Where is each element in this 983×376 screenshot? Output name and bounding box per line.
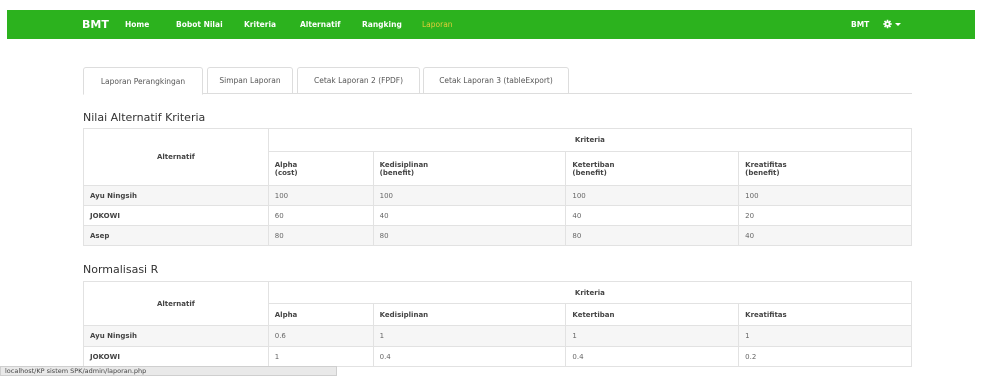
col-header-kreatifitas: Kreatifitas (benefit) <box>738 151 912 186</box>
col-header-ketertiban: Ketertiban (benefit) <box>565 151 740 186</box>
col-header-kedisiplinan: Kedisiplinan <box>372 303 567 326</box>
row-label: JOKOWI <box>83 346 269 367</box>
cell: 0.4 <box>565 346 740 367</box>
normalisasi-table: Alternatif Kriteria Alpha Kedisiplinan K… <box>83 281 913 367</box>
col-header-alpha: Alpha <box>267 303 374 326</box>
cell: 100 <box>565 185 740 206</box>
row-label: Asep <box>83 225 269 246</box>
table-row: JOKOWI 60 40 40 20 <box>83 205 912 226</box>
nav-kriteria[interactable]: Kriteria <box>244 20 276 29</box>
cell: 1 <box>565 325 740 347</box>
tab-cetak-laporan-fpdf[interactable]: Cetak Laporan 2 (FPDF) <box>297 67 420 94</box>
cell: 80 <box>372 225 567 246</box>
settings-dropdown[interactable] <box>883 16 901 32</box>
tab-cetak-laporan-tableexport[interactable]: Cetak Laporan 3 (tableExport) <box>423 67 569 94</box>
cell: 100 <box>267 185 374 206</box>
section-title-nilai-alternatif: Nilai Alternatif Kriteria <box>83 111 206 124</box>
report-tabs: Laporan Perangkingan Simpan Laporan Ceta… <box>83 67 912 95</box>
cell: 40 <box>738 225 912 246</box>
cell: 20 <box>738 205 912 226</box>
brand-link[interactable]: BMT <box>82 18 109 31</box>
cell: 0.2 <box>738 346 912 367</box>
section-title-normalisasi: Normalisasi R <box>83 263 159 276</box>
col-header-alternatif: Alternatif <box>83 281 269 326</box>
status-bar-url: localhost/KP sistem SPK/admin/laporan.ph… <box>0 366 337 376</box>
nav-home[interactable]: Home <box>125 20 149 29</box>
table-row: Asep 80 80 80 40 <box>83 225 912 246</box>
row-label: Ayu Ningsih <box>83 325 269 347</box>
cell: 1 <box>738 325 912 347</box>
table-row: Ayu Ningsih 100 100 100 100 <box>83 185 912 206</box>
gear-icon <box>883 19 892 29</box>
cell: 1 <box>372 325 567 347</box>
row-label: Ayu Ningsih <box>83 185 269 206</box>
col-header-alpha: Alpha (cost) <box>267 151 374 186</box>
col-group-kriteria: Kriteria <box>267 281 913 304</box>
col-header-kreatifitas: Kreatifitas <box>738 303 912 326</box>
cell: 100 <box>372 185 567 206</box>
cell: 0.6 <box>267 325 374 347</box>
cell: 40 <box>372 205 567 226</box>
nav-bobot-nilai[interactable]: Bobot Nilai <box>176 20 223 29</box>
cell: 40 <box>565 205 740 226</box>
cell: 60 <box>267 205 374 226</box>
table-row: JOKOWI 1 0.4 0.4 0.2 <box>83 346 912 367</box>
nilai-alternatif-table: Alternatif Kriteria Alpha (cost) Kedisipl… <box>83 128 913 246</box>
table-row: Ayu Ningsih 0.6 1 1 1 <box>83 325 912 347</box>
tab-laporan-perangkingan[interactable]: Laporan Perangkingan <box>83 67 203 95</box>
cell: 0.4 <box>372 346 567 367</box>
top-navbar: BMT Home Bobot Nilai Kriteria Alternatif… <box>7 10 975 39</box>
col-header-alternatif: Alternatif <box>83 128 269 186</box>
cell: 80 <box>565 225 740 246</box>
col-header-ketertiban: Ketertiban <box>565 303 740 326</box>
nav-alternatif[interactable]: Alternatif <box>300 20 341 29</box>
chevron-down-icon <box>895 22 901 26</box>
nav-rangking[interactable]: Rangking <box>362 20 402 29</box>
col-group-kriteria: Kriteria <box>267 128 913 152</box>
nav-laporan[interactable]: Laporan <box>422 20 453 29</box>
tab-simpan-laporan[interactable]: Simpan Laporan <box>207 67 293 94</box>
cell: 80 <box>267 225 374 246</box>
nav-user[interactable]: BMT <box>851 20 869 29</box>
cell: 100 <box>738 185 912 206</box>
col-header-kedisiplinan: Kedisiplinan (benefit) <box>372 151 567 186</box>
row-label: JOKOWI <box>83 205 269 226</box>
cell: 1 <box>267 346 374 367</box>
